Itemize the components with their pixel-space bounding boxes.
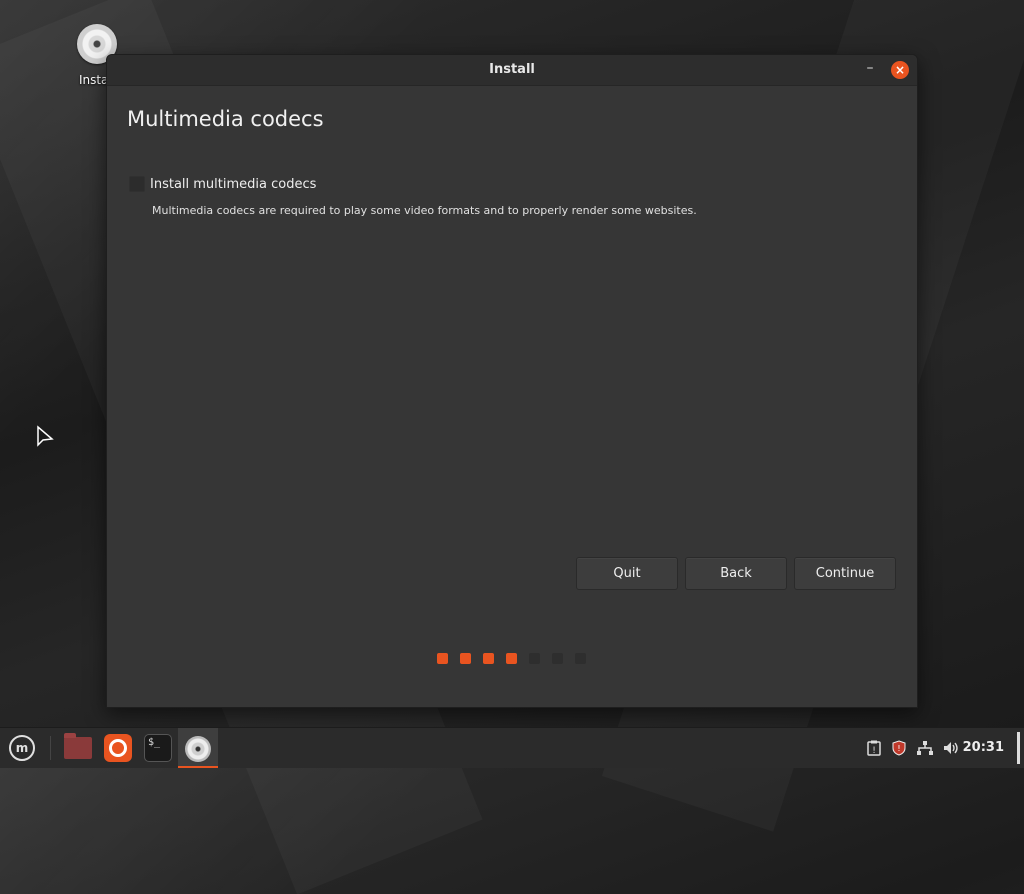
codecs-option[interactable]: Install multimedia codecs [129,176,316,192]
install-codecs-label[interactable]: Install multimedia codecs [150,177,316,192]
taskbar-files[interactable] [62,732,94,764]
installer-disc-icon [185,736,211,762]
back-button[interactable]: Back [685,557,787,590]
mint-logo-icon: m [9,735,35,761]
progress-dot [575,653,586,664]
svg-text:!: ! [897,744,900,753]
progress-dot [437,653,448,664]
taskbar-terminal[interactable]: $_ [142,732,174,764]
taskbar-separator [50,736,51,760]
taskbar: m $_ ! ! 20:31 [0,727,1024,768]
close-button[interactable]: × [891,61,909,79]
window-title: Install [489,62,535,77]
svg-text:!: ! [872,746,876,756]
progress-dot [460,653,471,664]
codecs-description: Multimedia codecs are required to play s… [152,204,697,217]
installer-window: Install – × Multimedia codecs Install mu… [106,54,918,708]
progress-dot [552,653,563,664]
page-title: Multimedia codecs [127,107,324,131]
clock[interactable]: 20:31 [963,740,1004,755]
folder-icon [64,733,92,759]
taskbar-firefox[interactable] [102,732,134,764]
quit-button[interactable]: Quit [576,557,678,590]
volume-icon[interactable] [942,740,960,760]
shield-icon[interactable]: ! [891,740,907,760]
continue-button[interactable]: Continue [794,557,896,590]
window-titlebar[interactable]: Install – × [107,55,917,86]
progress-dots [437,653,586,664]
progress-dot [506,653,517,664]
progress-dot [483,653,494,664]
progress-dot [529,653,540,664]
install-codecs-checkbox[interactable] [129,176,145,192]
mouse-cursor-icon [37,425,54,447]
clipboard-icon[interactable]: ! [866,740,882,760]
minimize-button[interactable]: – [863,61,877,75]
firefox-icon [104,734,132,762]
menu-button[interactable]: m [6,732,38,764]
taskbar-installer[interactable] [178,728,218,768]
network-icon[interactable] [916,740,934,760]
show-desktop-button[interactable] [1017,732,1020,764]
terminal-icon: $_ [144,734,172,762]
